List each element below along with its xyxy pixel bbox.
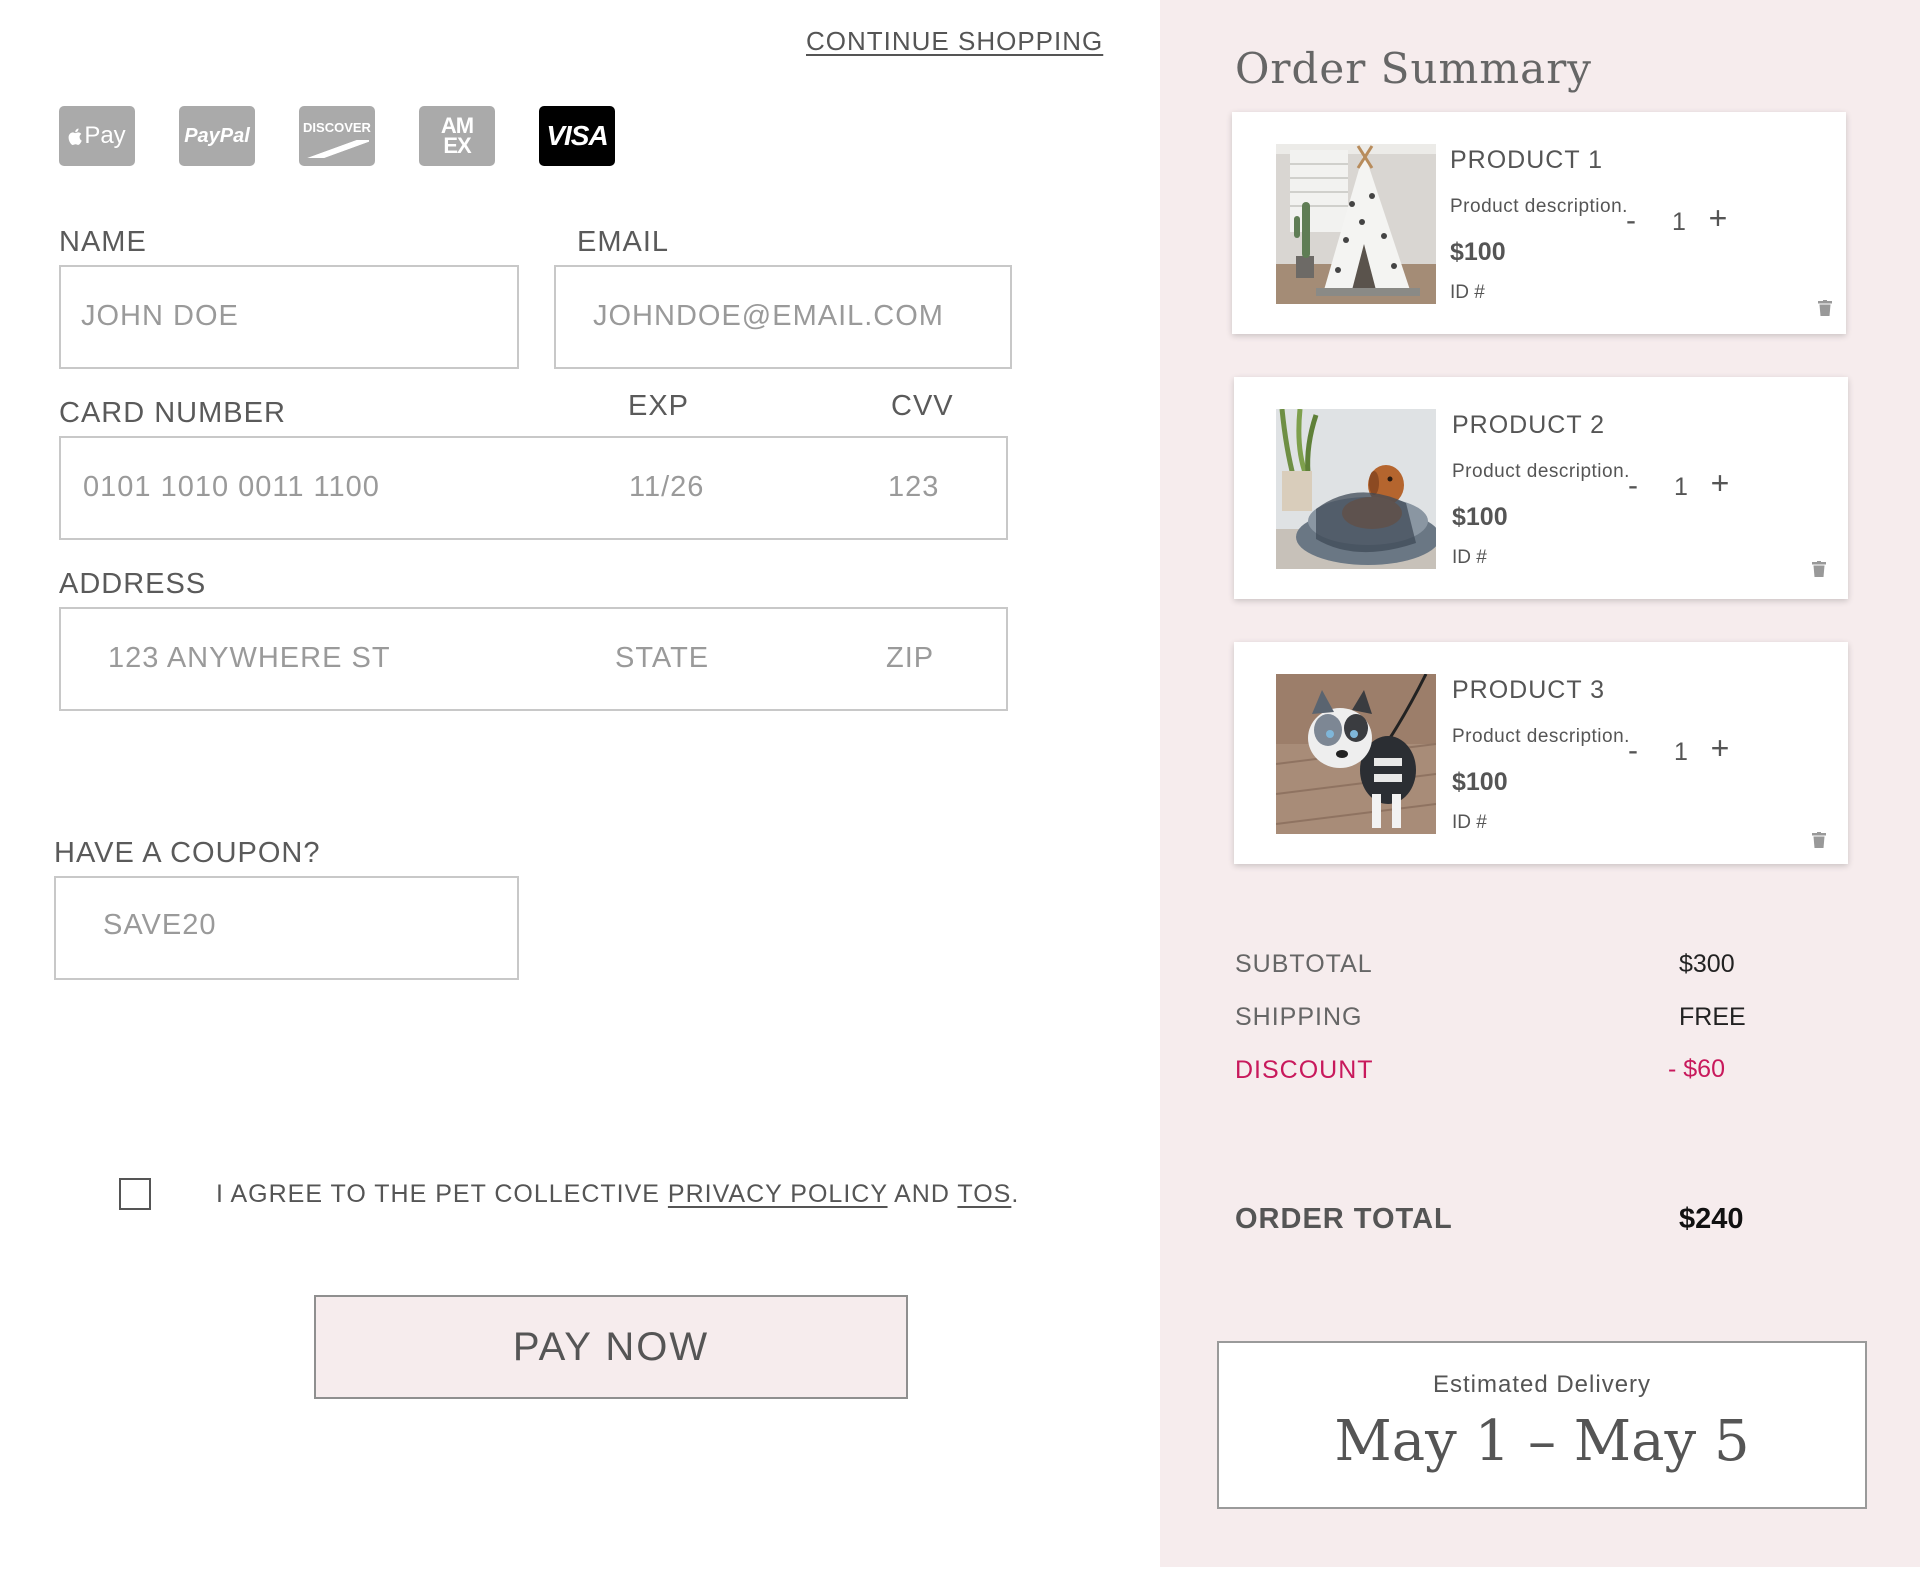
qty-increase-button[interactable]: +	[1700, 200, 1736, 237]
agree-suffix: .	[1011, 1180, 1020, 1208]
address-field-group: 123 ANYWHERE ST STATE ZIP	[59, 607, 1008, 711]
address-label: ADDRESS	[59, 568, 207, 600]
order-summary-title: Order Summary	[1235, 44, 1592, 93]
qty-decrease-button[interactable]: -	[1626, 204, 1636, 238]
trash-icon[interactable]	[1818, 300, 1832, 316]
coupon-field[interactable]: SAVE20	[54, 876, 519, 980]
exp-label: EXP	[628, 390, 690, 422]
discount-label: DISCOUNT	[1235, 1056, 1374, 1084]
privacy-policy-link[interactable]: PRIVACY POLICY	[668, 1180, 888, 1208]
order-total-label: ORDER TOTAL	[1235, 1203, 1453, 1235]
apple-pay-label: Pay	[84, 122, 126, 149]
product-description: Product description.	[1452, 726, 1630, 747]
estimated-delivery-dates: May 1 – May 5	[1334, 1409, 1750, 1474]
product-image-puppy	[1276, 674, 1436, 834]
visa-label: VISA	[546, 120, 608, 151]
email-field[interactable]: JOHNDOE@EMAIL.COM	[554, 265, 1012, 369]
agree-and: AND	[887, 1180, 958, 1208]
apple-logo-icon	[68, 128, 83, 145]
agree-checkbox[interactable]	[119, 1178, 151, 1210]
discover-icon[interactable]: DISCOVER	[299, 106, 375, 166]
card-number-label: CARD NUMBER	[59, 397, 286, 429]
product-price: $100	[1450, 238, 1506, 266]
product-card: PRODUCT 1 Product description. $100 ID #…	[1232, 112, 1846, 334]
dog-bed-photo-icon	[1276, 409, 1436, 569]
exp-input[interactable]: 11/26	[629, 471, 704, 504]
pay-now-button[interactable]: PAY NOW	[314, 1295, 908, 1399]
estimated-delivery-box: Estimated Delivery May 1 – May 5	[1217, 1341, 1867, 1509]
cvv-input[interactable]: 123	[888, 471, 939, 504]
amex-icon[interactable]: AM EX	[419, 106, 495, 166]
card-field-group: 0101 1010 0011 1100 11/26 123	[59, 436, 1008, 540]
email-value: JOHNDOE@EMAIL.COM	[593, 300, 944, 332]
trash-icon[interactable]	[1812, 561, 1826, 577]
continue-shopping-link[interactable]: CONTINUE SHOPPING	[806, 26, 1103, 57]
agree-text: I AGREE TO THE PET COLLECTIVE PRIVACY PO…	[216, 1180, 1019, 1209]
card-number-input[interactable]: 0101 1010 0011 1100	[83, 471, 380, 504]
order-total-value: $240	[1679, 1203, 1744, 1235]
teepee-photo-icon	[1276, 144, 1436, 304]
discount-value: - $60	[1668, 1055, 1725, 1083]
subtotal-value: $300	[1679, 950, 1735, 978]
agree-prefix: I AGREE TO THE PET COLLECTIVE	[216, 1180, 668, 1208]
shipping-label: SHIPPING	[1235, 1003, 1363, 1031]
product-id: ID #	[1450, 282, 1485, 303]
product-price: $100	[1452, 503, 1508, 531]
subtotal-label: SUBTOTAL	[1235, 950, 1373, 978]
qty-increase-button[interactable]: +	[1702, 465, 1738, 502]
email-label: EMAIL	[577, 226, 670, 258]
qty-value: 1	[1672, 208, 1686, 236]
qty-value: 1	[1674, 473, 1688, 501]
estimated-delivery-label: Estimated Delivery	[1432, 1371, 1652, 1398]
product-image-dog-bed	[1276, 409, 1436, 569]
shipping-value: FREE	[1679, 1003, 1746, 1031]
product-card: PRODUCT 3 Product description. $100 ID #…	[1234, 642, 1848, 864]
puppy-photo-icon	[1276, 674, 1436, 834]
zip-input[interactable]: ZIP	[886, 642, 934, 675]
name-field[interactable]: JOHN DOE	[59, 265, 519, 369]
name-label: NAME	[59, 226, 147, 258]
tos-link[interactable]: TOS	[957, 1180, 1011, 1208]
discover-label: DISCOVER	[303, 120, 371, 135]
trash-icon[interactable]	[1812, 832, 1826, 848]
apple-pay-icon[interactable]: Pay	[59, 106, 135, 166]
name-value: JOHN DOE	[81, 300, 239, 332]
qty-value: 1	[1674, 738, 1688, 766]
qty-increase-button[interactable]: +	[1702, 730, 1738, 767]
product-card: PRODUCT 2 Product description. $100 ID #…	[1234, 377, 1848, 599]
product-name: PRODUCT 2	[1452, 411, 1606, 439]
product-description: Product description.	[1450, 196, 1628, 217]
product-id: ID #	[1452, 812, 1487, 833]
product-name: PRODUCT 3	[1452, 676, 1606, 704]
product-id: ID #	[1452, 547, 1487, 568]
product-image-teepee	[1276, 144, 1436, 304]
visa-icon[interactable]: VISA	[539, 106, 615, 166]
product-name: PRODUCT 1	[1450, 146, 1604, 174]
street-input[interactable]: 123 ANYWHERE ST	[108, 642, 391, 675]
coupon-value: SAVE20	[103, 909, 217, 941]
amex-label-bottom: EX	[443, 133, 471, 158]
qty-decrease-button[interactable]: -	[1628, 734, 1638, 768]
product-price: $100	[1452, 768, 1508, 796]
qty-decrease-button[interactable]: -	[1628, 469, 1638, 503]
state-input[interactable]: STATE	[615, 642, 709, 675]
discover-stripe-icon	[305, 140, 369, 158]
product-description: Product description.	[1452, 461, 1630, 482]
paypal-label: PayPal	[184, 124, 250, 147]
paypal-icon[interactable]: PayPal	[179, 106, 255, 166]
coupon-label: HAVE A COUPON?	[54, 837, 321, 869]
cvv-label: CVV	[891, 390, 954, 422]
